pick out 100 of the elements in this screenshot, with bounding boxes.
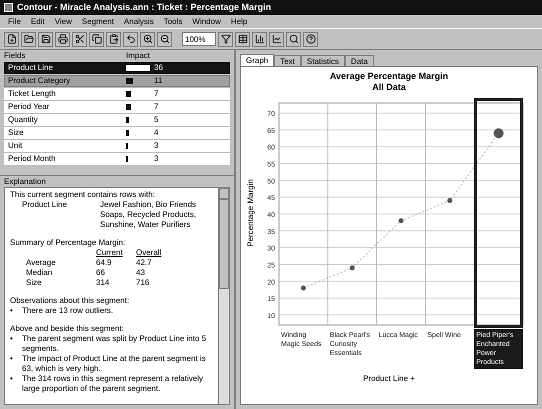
- app-icon: [4, 3, 13, 12]
- summary-value: 66: [96, 268, 106, 278]
- impact-value: 3: [154, 140, 158, 152]
- toolbar-button[interactable]: [140, 32, 155, 46]
- toolbar-button[interactable]: [72, 32, 87, 46]
- search-icon: [288, 34, 298, 44]
- impact-bar: [126, 91, 131, 97]
- impact-value: 11: [154, 75, 162, 87]
- line-chart-icon: [272, 34, 282, 44]
- printer-icon: [58, 34, 68, 44]
- menu-item[interactable]: Segment: [82, 16, 114, 28]
- field-row[interactable]: Product Category 11: [4, 75, 230, 87]
- table-icon: [238, 34, 248, 44]
- toolbar-button[interactable]: [123, 32, 138, 46]
- toolbar-button[interactable]: [235, 32, 250, 46]
- summary-column-header: Current: [96, 248, 124, 258]
- field-row[interactable]: Ticket Length 7: [4, 88, 230, 100]
- field-row[interactable]: Period Year 7: [4, 101, 230, 113]
- field-row[interactable]: Product Line 36: [4, 62, 230, 74]
- toolbar-button[interactable]: [55, 32, 70, 46]
- tab[interactable]: Data: [344, 55, 374, 66]
- summary-value: 64.9: [96, 258, 113, 268]
- filter-icon: [220, 34, 230, 44]
- menu-item[interactable]: View: [54, 16, 72, 28]
- summary-label: Median: [26, 268, 54, 278]
- segment-values: Jewel Fashion, Bio Friends Soaps, Recycled Products, Sunshine, Water Purifiers: [100, 200, 198, 230]
- menu-item[interactable]: Edit: [30, 16, 45, 28]
- bullet: •: [10, 306, 14, 316]
- menu-item[interactable]: Window: [192, 16, 221, 28]
- field-row[interactable]: Quantity 5: [4, 114, 230, 126]
- toolbar-button[interactable]: [4, 32, 19, 46]
- impact-value: 4: [154, 127, 158, 139]
- toolbar-button[interactable]: [269, 32, 284, 46]
- impact-value: 7: [154, 101, 158, 113]
- tab[interactable]: Graph: [240, 54, 274, 66]
- toolbar-button[interactable]: [252, 32, 267, 46]
- folder-icon: [24, 34, 34, 44]
- impact-bar: [126, 130, 129, 136]
- bullet: •: [10, 374, 14, 385]
- summary-title: Summary of Percentage Margin:: [10, 238, 126, 248]
- summary-label: Size: [26, 278, 43, 288]
- toolbar-button[interactable]: [218, 32, 233, 46]
- zoom-field[interactable]: 100%: [182, 32, 216, 46]
- copy-icon: [92, 34, 102, 44]
- impact-value: 3: [154, 153, 158, 165]
- data-point[interactable]: [398, 218, 404, 224]
- menu-item[interactable]: File: [8, 16, 21, 28]
- summary-value: 716: [136, 278, 150, 288]
- field-name: Period Month: [7, 153, 57, 165]
- field-row[interactable]: Unit 3: [4, 140, 230, 152]
- summary-column-header: Overall: [136, 248, 162, 258]
- bullet: •: [10, 334, 14, 345]
- field-name: Unit: [7, 140, 24, 152]
- scrollbar[interactable]: [218, 188, 229, 404]
- tab[interactable]: Text: [274, 55, 301, 66]
- new-file-icon: [6, 34, 16, 44]
- menu-item[interactable]: Tools: [164, 16, 182, 28]
- scissors-icon: [74, 34, 84, 44]
- context-text: The parent segment was split by Product Line into 5 segments.: [22, 334, 208, 354]
- field-name: Product Category: [7, 75, 72, 87]
- field-name: Quantity: [7, 114, 39, 126]
- undo-icon: [126, 34, 136, 44]
- selection-frame[interactable]: [474, 98, 523, 328]
- summary-value: 43: [136, 268, 146, 278]
- menu-item[interactable]: Help: [230, 16, 248, 28]
- data-point[interactable]: [300, 286, 306, 290]
- observations-title: Observations about this segment:: [10, 296, 130, 306]
- window-title: Contour - Miracle Analysis.ann : Ticket : Percentage Margin: [17, 0, 272, 14]
- field-name: Product Line: [7, 62, 54, 74]
- summary-value: 314: [96, 278, 110, 288]
- impact-bar: [126, 117, 130, 123]
- toolbar-button[interactable]: [157, 32, 172, 46]
- explanation-text: This current segment contains rows with:: [10, 190, 156, 200]
- impact-value: 7: [154, 88, 158, 100]
- impact-value: 5: [154, 114, 158, 126]
- toolbar-button[interactable]: [286, 32, 301, 46]
- y-axis-label: Percentage Margin: [245, 179, 256, 247]
- chart-title: Average Percentage Margin: [328, 71, 450, 82]
- field-row[interactable]: Size 4: [4, 127, 230, 139]
- help-icon: [306, 34, 316, 44]
- tab[interactable]: Statistics: [300, 55, 345, 66]
- data-point[interactable]: [350, 265, 355, 270]
- menu-item[interactable]: Analysis: [124, 16, 154, 28]
- toolbar-button[interactable]: [38, 32, 53, 46]
- toolbar-button[interactable]: [21, 32, 36, 46]
- impact-bar: [126, 65, 150, 71]
- zoom-in-icon: [142, 34, 152, 44]
- field-name: Size: [7, 127, 25, 139]
- toolbar-button[interactable]: [303, 32, 318, 46]
- field-name: Period Year: [7, 101, 50, 113]
- panel-title: Explanation: [4, 176, 46, 188]
- data-point[interactable]: [494, 128, 504, 138]
- observation-text: There are 13 row outliers.: [22, 306, 114, 316]
- context-title: Above and beside this segment:: [10, 324, 125, 334]
- field-row[interactable]: Period Month 3: [4, 153, 230, 165]
- data-point[interactable]: [447, 198, 452, 204]
- toolbar-button[interactable]: [89, 32, 104, 46]
- toolbar-button[interactable]: [106, 32, 121, 46]
- chart-subtitle: All Data: [371, 82, 407, 93]
- context-text: The impact of Product Line at the parent segment is 63, which is very high.: [22, 354, 207, 374]
